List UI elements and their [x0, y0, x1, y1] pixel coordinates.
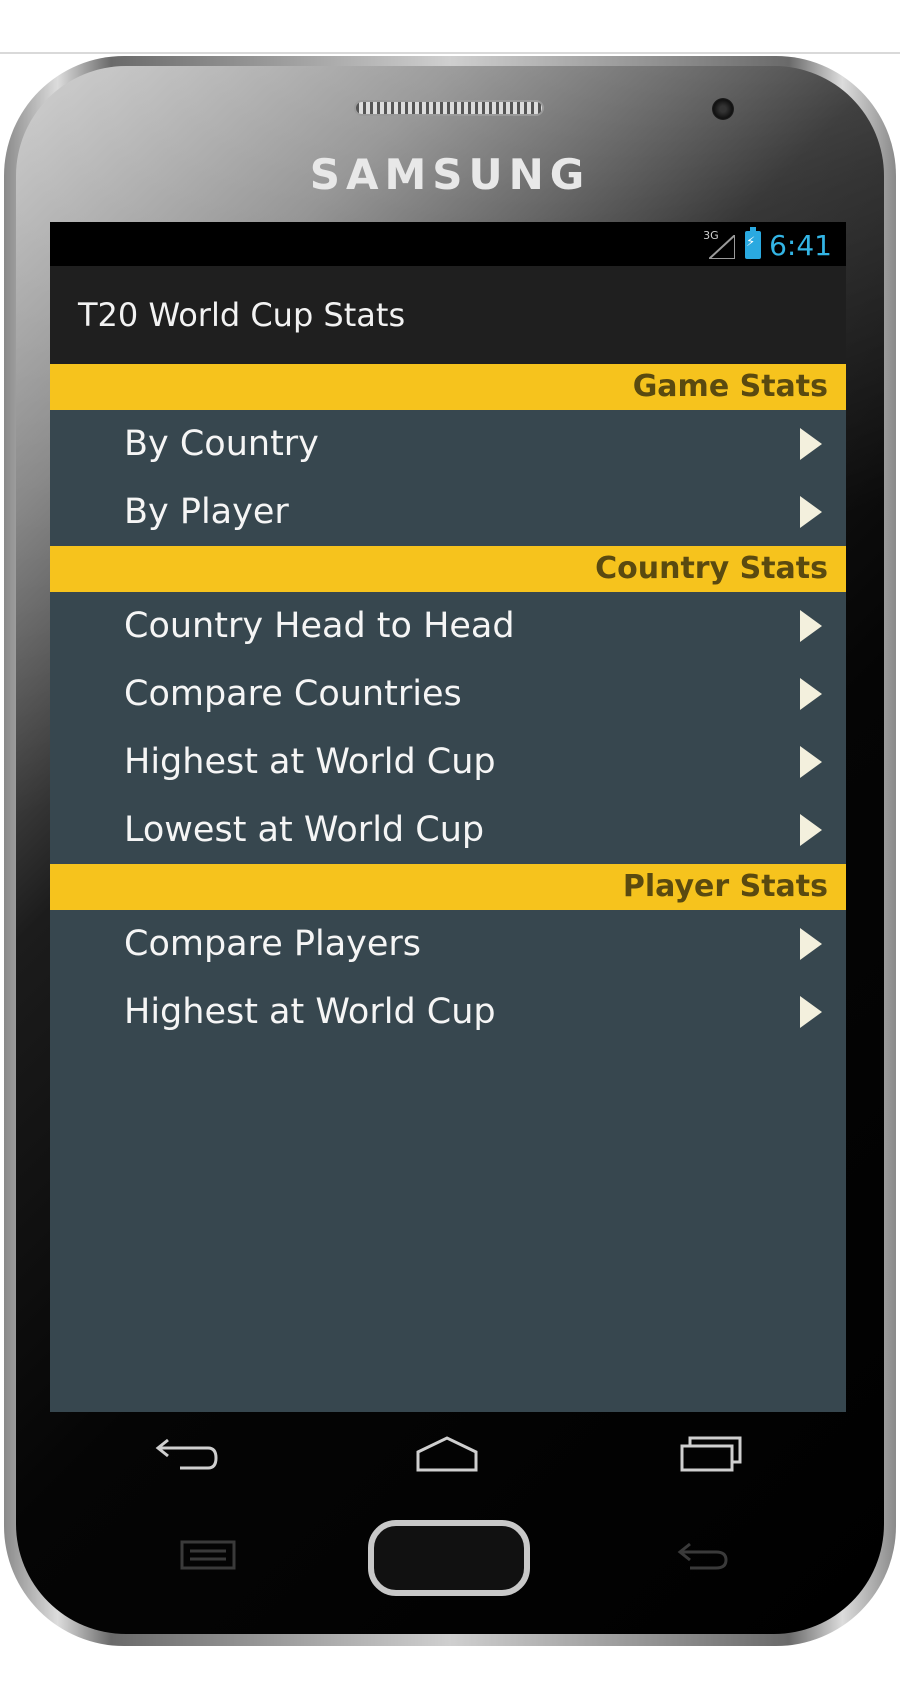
chevron-right-icon [800, 814, 822, 846]
speaker-grille [354, 100, 544, 116]
recent-apps-icon[interactable] [676, 1430, 746, 1480]
list-item-label: By Player [124, 492, 289, 532]
status-bar: 3G 6:41 [50, 222, 846, 266]
home-button[interactable] [368, 1520, 530, 1596]
navigation-bar [50, 1412, 846, 1502]
list-item-label: Lowest at World Cup [124, 810, 485, 850]
front-camera [712, 98, 734, 120]
hardware-keys [0, 1520, 900, 1600]
list-item-by-player[interactable]: By Player [50, 478, 846, 546]
list-item-country-highest[interactable]: Highest at World Cup [50, 728, 846, 796]
list-item-player-highest[interactable]: Highest at World Cup [50, 978, 846, 1046]
list-item-compare-players[interactable]: Compare Players [50, 910, 846, 978]
chevron-right-icon [800, 610, 822, 642]
battery-icon [745, 227, 762, 259]
section-header-country-stats: Country Stats [50, 546, 846, 592]
chevron-right-icon [800, 428, 822, 460]
clock: 6:41 [769, 228, 832, 262]
app-title-bar: T20 World Cup Stats [50, 266, 846, 364]
top-divider [0, 52, 900, 54]
list-item-country-lowest[interactable]: Lowest at World Cup [50, 796, 846, 864]
list-item-label: Country Head to Head [124, 606, 515, 646]
back-icon[interactable] [150, 1430, 220, 1480]
chevron-right-icon [800, 678, 822, 710]
list-item-compare-countries[interactable]: Compare Countries [50, 660, 846, 728]
status-icons: 3G 6:41 [703, 227, 832, 262]
section-header-player-stats: Player Stats [50, 864, 846, 910]
brand-logo: SAMSUNG [309, 150, 591, 199]
chevron-right-icon [800, 996, 822, 1028]
list-item-by-country[interactable]: By Country [50, 410, 846, 478]
home-icon[interactable] [412, 1430, 482, 1480]
signal-icon: 3G [703, 229, 737, 259]
back-icon[interactable] [672, 1538, 732, 1576]
list-item-label: Compare Countries [124, 674, 462, 714]
chevron-right-icon [800, 496, 822, 528]
screen: 3G 6:41 T20 World Cup Stats Game Stats B… [50, 222, 846, 1412]
menu-icon[interactable] [180, 1540, 236, 1574]
chevron-right-icon [800, 928, 822, 960]
list-item-label: Highest at World Cup [124, 742, 496, 782]
list-item-label: Highest at World Cup [124, 992, 496, 1032]
list-item-label: Compare Players [124, 924, 422, 964]
list-item-label: By Country [124, 424, 319, 464]
list-item-country-head-to-head[interactable]: Country Head to Head [50, 592, 846, 660]
app-title: T20 World Cup Stats [78, 296, 406, 334]
section-header-game-stats: Game Stats [50, 364, 846, 410]
chevron-right-icon [800, 746, 822, 778]
